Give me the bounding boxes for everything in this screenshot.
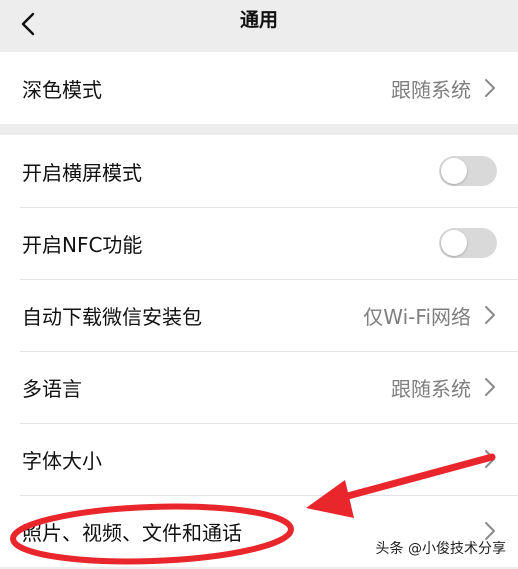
setting-label: 开启NFC功能	[22, 232, 143, 257]
setting-landscape-mode[interactable]: 开启横屏模式	[0, 135, 518, 207]
setting-label: 字体大小	[22, 448, 102, 473]
toggle-knob	[441, 158, 467, 184]
setting-language[interactable]: 多语言 跟随系统	[0, 351, 518, 423]
nfc-toggle[interactable]	[439, 228, 497, 258]
page-title: 通用	[239, 9, 278, 31]
chevron-right-icon	[485, 378, 495, 396]
setting-value: 跟随系统	[391, 376, 471, 401]
setting-label: 深色模式	[22, 77, 102, 102]
setting-label: 多语言	[22, 376, 82, 401]
setting-label: 照片、视频、文件和通话	[22, 520, 242, 545]
setting-value: 跟随系统	[391, 77, 471, 102]
settings-group-general: 开启横屏模式 开启NFC功能 自动下载微信安装包 仅Wi-Fi网络 多语言 跟随…	[0, 135, 518, 567]
setting-auto-download[interactable]: 自动下载微信安装包 仅Wi-Fi网络	[0, 279, 518, 351]
watermark: 头条 @小俊技术分享	[375, 541, 506, 557]
settings-group-display: 深色模式 跟随系统	[0, 52, 518, 124]
landscape-mode-toggle[interactable]	[439, 156, 497, 186]
setting-dark-mode[interactable]: 深色模式 跟随系统	[0, 52, 518, 124]
chevron-right-icon	[485, 79, 495, 97]
setting-value: 仅Wi-Fi网络	[363, 304, 471, 329]
setting-label: 自动下载微信安装包	[22, 304, 202, 329]
chevron-right-icon	[485, 450, 495, 468]
setting-font-size[interactable]: 字体大小	[0, 423, 518, 495]
nav-bar: 通用	[0, 0, 518, 48]
setting-label: 开启横屏模式	[22, 160, 142, 185]
toggle-knob	[441, 230, 467, 256]
chevron-right-icon	[485, 306, 495, 324]
setting-nfc[interactable]: 开启NFC功能	[0, 207, 518, 279]
